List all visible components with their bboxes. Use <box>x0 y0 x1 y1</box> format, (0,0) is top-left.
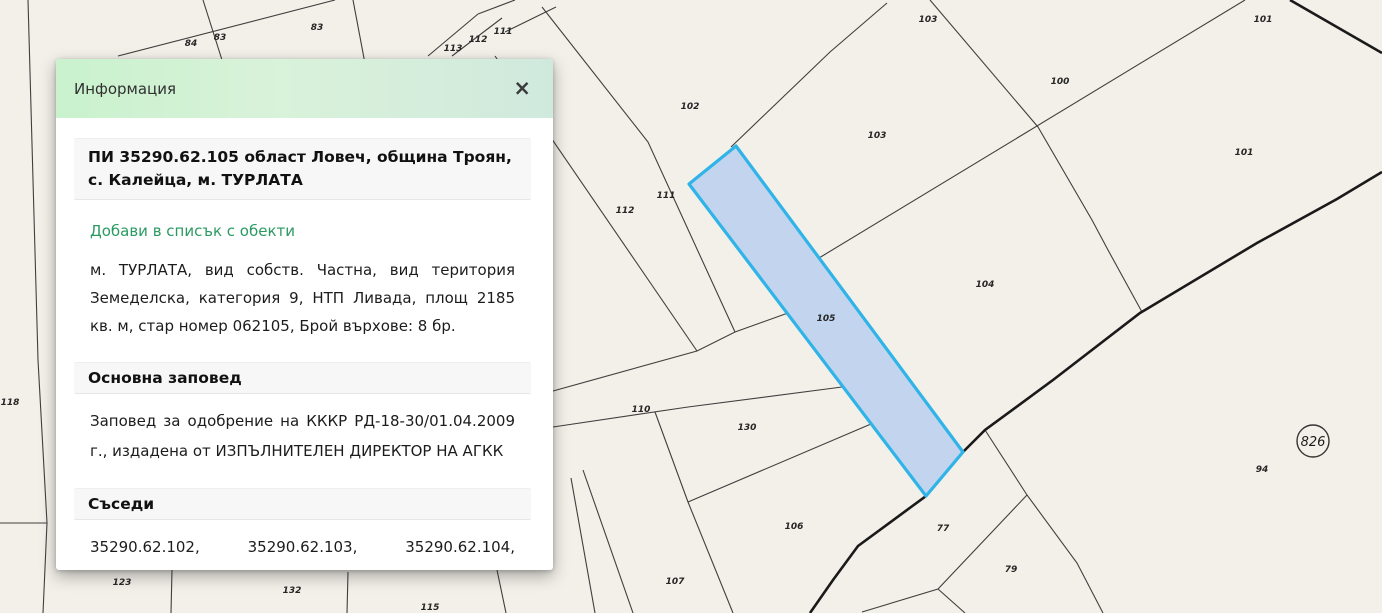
main-order-text: Заповед за одобрение на КККР РД-18-30/01… <box>90 406 515 466</box>
info-panel-body: ПИ 35290.62.105 област Ловеч, община Тро… <box>56 118 553 570</box>
neighbors-header: Съседи <box>74 488 531 520</box>
road-number-badge: 826 <box>1297 425 1329 457</box>
info-panel: Информация × ПИ 35290.62.105 област Лове… <box>56 59 553 570</box>
add-to-object-list-link[interactable]: Добави в списък с обекти <box>90 222 295 240</box>
road-number-826: 826 <box>1301 435 1326 450</box>
property-description: м. ТУРЛАТА, вид собств. Частна, вид тери… <box>90 256 515 340</box>
panel-title: Информация <box>74 80 509 98</box>
road-line <box>810 0 1382 613</box>
close-icon[interactable]: × <box>509 76 535 101</box>
main-order-header: Основна заповед <box>74 362 531 394</box>
neighbors-text: 35290.62.102, 35290.62.103, 35290.62.104… <box>90 532 515 570</box>
property-title: ПИ 35290.62.105 област Ловеч, община Тро… <box>74 138 531 200</box>
info-panel-header: Информация × <box>56 59 553 118</box>
